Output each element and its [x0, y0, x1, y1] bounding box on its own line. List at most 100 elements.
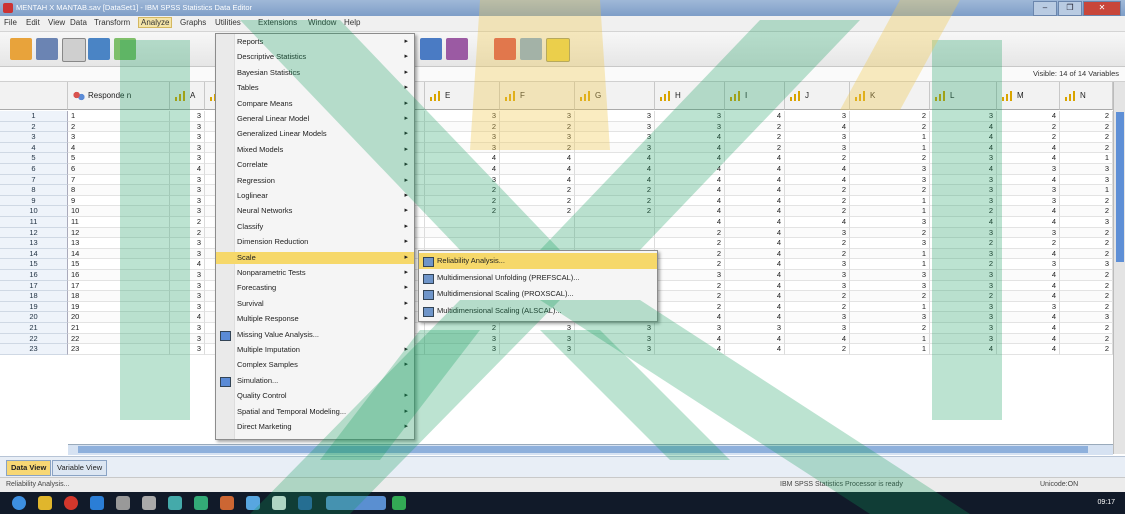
- row-number[interactable]: 14: [0, 248, 68, 260]
- table-cell[interactable]: 4: [725, 344, 785, 355]
- table-cell[interactable]: 1: [850, 301, 930, 313]
- table-cell[interactable]: [575, 238, 655, 249]
- table-cell[interactable]: 3: [785, 111, 850, 122]
- table-cell[interactable]: 3: [930, 312, 997, 323]
- table-cell[interactable]: 2: [785, 301, 850, 313]
- table-cell[interactable]: 2: [425, 195, 500, 207]
- table-cell[interactable]: 2: [500, 206, 575, 217]
- table-cell[interactable]: 3: [930, 333, 997, 345]
- menu-edit[interactable]: Edit: [26, 18, 40, 27]
- table-cell[interactable]: 4: [500, 153, 575, 164]
- table-cell[interactable]: 2: [425, 121, 500, 133]
- table-cell[interactable]: 3: [1060, 164, 1113, 175]
- table-cell[interactable]: 7: [68, 174, 170, 186]
- table-cell[interactable]: 13: [68, 238, 170, 249]
- table-cell[interactable]: 3: [170, 153, 205, 164]
- vertical-scroll-thumb[interactable]: [1116, 112, 1124, 262]
- table-cell[interactable]: 2: [930, 238, 997, 249]
- analyze-menu-item[interactable]: Generalized Linear Models ▸: [216, 128, 414, 140]
- table-cell[interactable]: 4: [655, 206, 725, 217]
- table-cell[interactable]: 3: [785, 227, 850, 239]
- app6-taskbar-icon[interactable]: [272, 496, 286, 510]
- table-cell[interactable]: 4: [655, 195, 725, 207]
- table-cell[interactable]: 4: [997, 248, 1060, 260]
- start-button-icon[interactable]: [12, 496, 26, 510]
- table-cell[interactable]: 2: [1060, 333, 1113, 345]
- column-header[interactable]: K: [850, 82, 930, 110]
- table-cell[interactable]: 2: [1060, 301, 1113, 313]
- table-cell[interactable]: 2: [1060, 142, 1113, 154]
- table-cell[interactable]: 4: [997, 217, 1060, 228]
- row-number[interactable]: 23: [0, 344, 68, 355]
- table-cell[interactable]: 4: [575, 164, 655, 175]
- table-cell[interactable]: 2: [1060, 280, 1113, 292]
- table-cell[interactable]: 2: [170, 217, 205, 228]
- row-number[interactable]: 17: [0, 280, 68, 292]
- table-cell[interactable]: 2: [850, 323, 930, 334]
- table-cell[interactable]: 4: [655, 164, 725, 175]
- table-cell[interactable]: 3: [170, 121, 205, 133]
- analyze-menu-item[interactable]: Dimension Reduction ▸: [216, 236, 414, 248]
- use-variable-sets-icon[interactable]: [520, 38, 542, 60]
- opera-taskbar-icon[interactable]: [64, 496, 78, 510]
- table-cell[interactable]: 2: [785, 206, 850, 217]
- row-number[interactable]: 10: [0, 206, 68, 217]
- table-cell[interactable]: 3: [575, 142, 655, 154]
- split-file-icon[interactable]: [420, 38, 442, 60]
- table-cell[interactable]: 4: [997, 291, 1060, 302]
- table-cell[interactable]: 4: [997, 323, 1060, 334]
- table-cell[interactable]: 4: [500, 174, 575, 186]
- analyze-menu-item[interactable]: Correlate ▸: [216, 159, 414, 171]
- table-cell[interactable]: 4: [725, 164, 785, 175]
- table-cell[interactable]: 4: [170, 312, 205, 323]
- close-button[interactable]: ✕: [1083, 1, 1121, 16]
- table-cell[interactable]: 2: [785, 238, 850, 249]
- value-labels-icon[interactable]: [494, 38, 516, 60]
- table-cell[interactable]: 4: [425, 153, 500, 164]
- row-number[interactable]: 3: [0, 132, 68, 143]
- table-cell[interactable]: 3: [500, 344, 575, 355]
- table-cell[interactable]: 3: [997, 301, 1060, 313]
- row-number[interactable]: 16: [0, 270, 68, 281]
- table-cell[interactable]: 3: [850, 164, 930, 175]
- excel-taskbar-icon[interactable]: [392, 496, 406, 510]
- menu-transform[interactable]: Transform: [94, 18, 130, 27]
- row-number[interactable]: 5: [0, 153, 68, 164]
- row-number[interactable]: 2: [0, 121, 68, 133]
- table-cell[interactable]: 1: [850, 195, 930, 207]
- table-cell[interactable]: 3: [997, 227, 1060, 239]
- table-cell[interactable]: 4: [930, 132, 997, 143]
- table-cell[interactable]: 6: [68, 164, 170, 175]
- table-cell[interactable]: 4: [725, 291, 785, 302]
- table-cell[interactable]: 2: [500, 121, 575, 133]
- analyze-menu-item[interactable]: Complex Samples ▸: [216, 359, 414, 371]
- table-cell[interactable]: 20: [68, 312, 170, 323]
- table-cell[interactable]: 3: [500, 111, 575, 122]
- tab-data-view[interactable]: Data View: [6, 460, 52, 476]
- table-cell[interactable]: 14: [68, 248, 170, 260]
- table-cell[interactable]: 16: [68, 270, 170, 281]
- table-cell[interactable]: 2: [655, 227, 725, 239]
- table-cell[interactable]: 3: [170, 238, 205, 249]
- column-header[interactable]: L: [930, 82, 997, 110]
- table-cell[interactable]: 2: [997, 132, 1060, 143]
- table-cell[interactable]: 2: [850, 111, 930, 122]
- table-cell[interactable]: 4: [785, 174, 850, 186]
- table-cell[interactable]: 4: [170, 164, 205, 175]
- table-cell[interactable]: 1: [1060, 153, 1113, 164]
- print-icon[interactable]: [62, 38, 86, 62]
- show-all-variables-icon[interactable]: [546, 38, 570, 62]
- analyze-menu-item[interactable]: Tables ▸: [216, 82, 414, 94]
- table-cell[interactable]: 3: [1060, 174, 1113, 186]
- table-cell[interactable]: 4: [655, 344, 725, 355]
- mail-taskbar-icon[interactable]: [142, 496, 156, 510]
- grid-corner[interactable]: [0, 82, 68, 110]
- table-cell[interactable]: 3: [785, 280, 850, 292]
- analyze-menu-item[interactable]: Quality Control ▸: [216, 390, 414, 402]
- table-cell[interactable]: 3: [575, 111, 655, 122]
- table-cell[interactable]: [500, 217, 575, 228]
- column-header[interactable]: I: [725, 82, 785, 110]
- table-cell[interactable]: 2: [1060, 132, 1113, 143]
- table-cell[interactable]: 4: [930, 217, 997, 228]
- table-cell[interactable]: 3: [785, 132, 850, 143]
